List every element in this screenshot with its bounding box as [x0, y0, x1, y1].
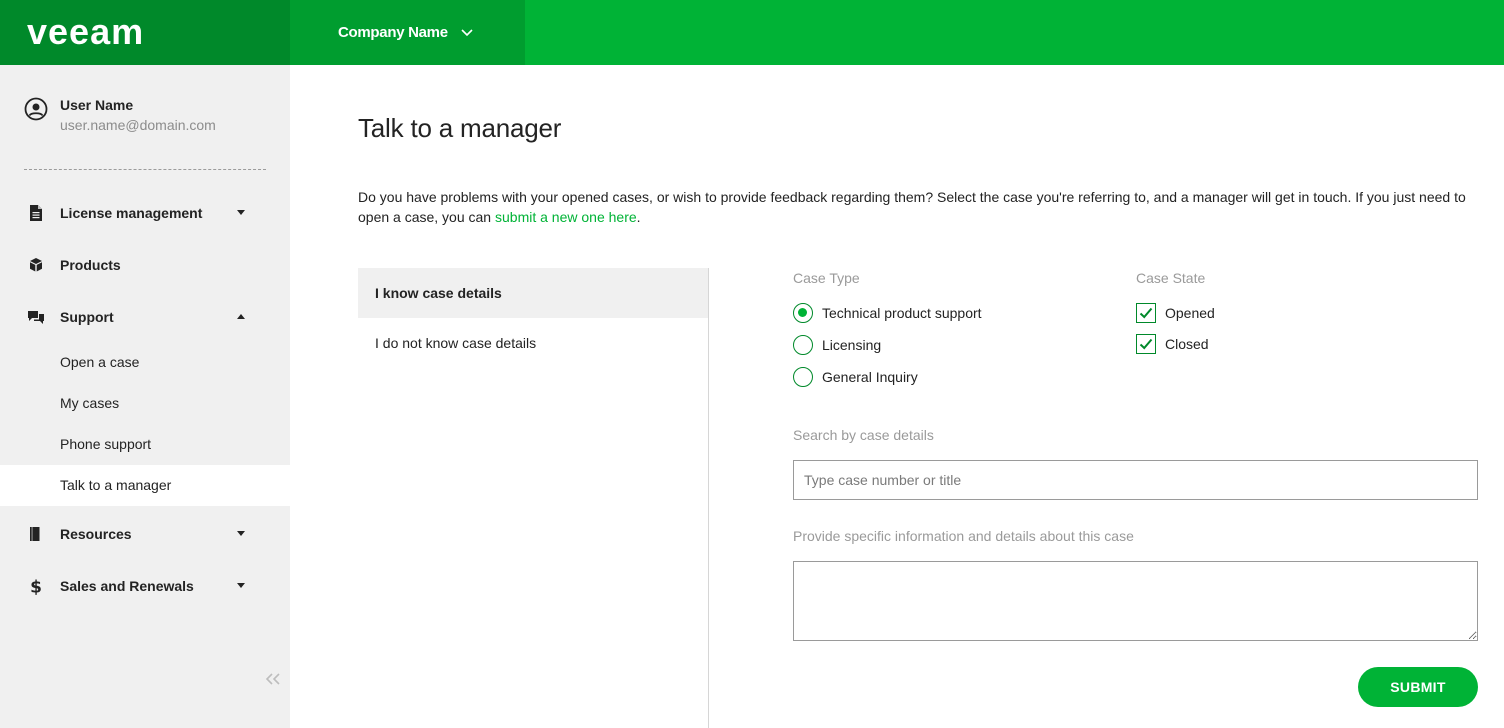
details-label: Provide specific information and details… [793, 528, 1134, 544]
tab-i-know-case-details[interactable]: I know case details [358, 268, 708, 318]
sidebar-subitem-talk-to-a-manager[interactable]: Talk to a manager [0, 465, 290, 506]
dollar-icon: $ [30, 578, 42, 596]
case-search-input[interactable] [793, 460, 1478, 500]
radio-button[interactable] [793, 303, 813, 323]
intro-text: Do you have problems with your opened ca… [358, 187, 1483, 227]
sidebar-subitem-phone-support[interactable]: Phone support [0, 424, 290, 465]
tab-i-do-not-know-case-details[interactable]: I do not know case details [358, 318, 708, 368]
case-details-textarea[interactable] [793, 561, 1478, 641]
sidebar-item-license-management[interactable]: License management [0, 195, 290, 231]
sidebar-item-label: Support [60, 309, 114, 325]
book-icon [30, 527, 42, 541]
page-title: Talk to a manager [358, 113, 562, 143]
caret-up-icon[interactable] [237, 314, 245, 320]
company-name[interactable]: Company Name [338, 24, 448, 41]
sidebar-item-label: Sales and Renewals [60, 578, 194, 594]
submit-new-case-link[interactable]: submit a new one here [495, 209, 637, 225]
caret-down-icon[interactable] [237, 531, 245, 537]
checkbox[interactable] [1136, 303, 1156, 323]
intro-end: . [636, 209, 641, 225]
checkbox-label[interactable]: Opened [1165, 305, 1215, 321]
chevron-down-icon[interactable] [459, 24, 475, 40]
user-name: User Name [60, 97, 134, 113]
radio-button[interactable] [793, 335, 813, 355]
sidebar-subitem-label: Talk to a manager [60, 477, 172, 493]
chat-icon [28, 311, 44, 324]
top-header: veeam Company Name [0, 0, 1504, 65]
sidebar-subitem-my-cases[interactable]: My cases [0, 383, 290, 424]
radio-label[interactable]: General Inquiry [822, 369, 918, 385]
sidebar-item-resources[interactable]: Resources [0, 516, 290, 552]
user-email: user.name@domain.com [60, 117, 216, 133]
sidebar: User Name user.name@domain.com License m… [0, 65, 290, 728]
sidebar-subitem-open-a-case[interactable]: Open a case [0, 342, 290, 383]
radio-label[interactable]: Licensing [822, 337, 881, 353]
sidebar-item-label: Products [60, 257, 121, 273]
user-circle-icon [24, 97, 48, 121]
tab-label: I do not know case details [375, 335, 537, 351]
tab-label: I know case details [375, 285, 502, 301]
submit-button[interactable]: SUBMIT [1358, 667, 1478, 707]
sidebar-item-label: License management [60, 205, 203, 221]
radio-button[interactable] [793, 367, 813, 387]
case-type-label: Case Type [793, 270, 860, 286]
checkmark-icon [1139, 338, 1153, 350]
search-label: Search by case details [793, 427, 934, 443]
radio-label[interactable]: Technical product support [822, 305, 982, 321]
checkbox-label[interactable]: Closed [1165, 336, 1209, 352]
sidebar-item-label: Resources [60, 526, 132, 542]
sidebar-subitem-label: My cases [60, 395, 120, 411]
case-state-label: Case State [1136, 270, 1206, 286]
svg-text:$: $ [30, 578, 42, 596]
case-knowledge-tabs: I know case details I do not know case d… [358, 268, 709, 728]
sidebar-item-sales-and-renewals[interactable]: $ Sales and Renewals [0, 568, 290, 604]
checkbox[interactable] [1136, 334, 1156, 354]
sidebar-item-support[interactable]: Support [0, 299, 290, 335]
document-icon [30, 205, 42, 221]
company-selector[interactable]: Company Name [290, 0, 525, 65]
caret-down-icon[interactable] [237, 583, 245, 589]
logo-area[interactable]: veeam [0, 0, 290, 65]
sidebar-item-products[interactable]: Products [0, 247, 290, 283]
sidebar-subitem-label: Phone support [60, 436, 152, 452]
sidebar-divider [24, 169, 266, 170]
caret-down-icon[interactable] [237, 210, 245, 216]
checkmark-icon [1139, 307, 1153, 319]
sidebar-subitem-label: Open a case [60, 354, 140, 370]
veeam-logo[interactable]: veeam [27, 14, 144, 50]
cube-icon [30, 258, 42, 272]
collapse-sidebar-icon[interactable] [264, 671, 282, 687]
